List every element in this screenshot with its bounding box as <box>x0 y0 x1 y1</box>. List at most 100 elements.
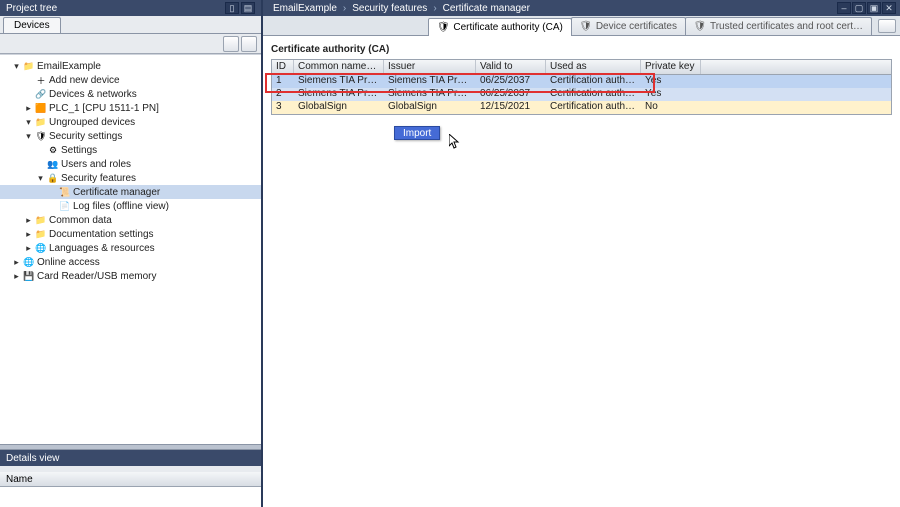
certificate-grid[interactable]: IDCommon name of su…IssuerValid toUsed a… <box>271 59 892 115</box>
details-column-header[interactable]: Name <box>0 472 261 487</box>
folder-icon: 📁 <box>35 214 47 226</box>
project-tree-panel: Project tree ▯ ▤ Devices ▾📁EmailExample＋… <box>0 0 263 507</box>
tree-tool-2[interactable] <box>241 36 257 52</box>
tree-node-label: Online access <box>37 257 100 268</box>
tab-certificate-authority-ca[interactable]: 🛡Certificate authority (CA) <box>428 18 571 36</box>
add-icon: ＋ <box>35 74 47 86</box>
project-tree[interactable]: ▾📁EmailExample＋Add new device🔗Devices & … <box>0 54 261 444</box>
tree-node[interactable]: ▸📁Common data <box>0 213 261 227</box>
tree-node-label: Security features <box>61 173 136 184</box>
tree-node[interactable]: ▾🛡Security settings <box>0 129 261 143</box>
tree-node-label: Card Reader/USB memory <box>37 271 156 282</box>
tree-node[interactable]: ▸🌐Online access <box>0 255 261 269</box>
tab-devices[interactable]: Devices <box>3 17 61 33</box>
tab-label: Certificate authority (CA) <box>453 22 562 33</box>
shield-icon: 🛡 <box>35 130 47 142</box>
tree-twisty-icon[interactable]: ▸ <box>24 216 33 225</box>
column-header[interactable]: Issuer <box>384 60 476 74</box>
details-title-text: Details view <box>6 453 59 464</box>
cell: Siemens TIA Project(… <box>294 75 384 88</box>
tree-twisty-icon[interactable]: ▾ <box>36 174 45 183</box>
tree-node-label: Users and roles <box>61 159 131 170</box>
tab-device-certificates[interactable]: 🛡Device certificates <box>571 17 686 35</box>
tree-node[interactable]: ▾🔒Security features <box>0 171 261 185</box>
cert-icon: 📜 <box>59 186 71 198</box>
cell: 1 <box>272 75 294 88</box>
tree-node-label: Certificate manager <box>73 187 160 198</box>
tree-twisty-icon[interactable]: ▾ <box>24 118 33 127</box>
tree-node[interactable]: ▾📁EmailExample <box>0 59 261 73</box>
cell: 3 <box>272 101 294 114</box>
tree-twisty-icon <box>24 76 33 85</box>
cell: GlobalSign <box>384 101 476 114</box>
window-restore-button[interactable]: ▢ <box>852 2 866 14</box>
tree-node[interactable]: ▸🌐Languages & resources <box>0 241 261 255</box>
cell: Yes <box>641 88 701 101</box>
context-menu[interactable]: Import <box>394 126 440 140</box>
tree-twisty-icon[interactable]: ▸ <box>24 230 33 239</box>
gear-icon: ⚙ <box>47 144 59 156</box>
editor-titlebar: EmailExample Security features Certifica… <box>263 0 900 16</box>
cell: Certification authority <box>546 101 641 114</box>
tree-twisty-icon[interactable]: ▸ <box>24 244 33 253</box>
mouse-cursor-icon <box>449 134 461 150</box>
tab-devices-label: Devices <box>14 20 50 31</box>
cell: Siemens TIA Project(… <box>384 88 476 101</box>
tree-node[interactable]: 📄Log files (offline view) <box>0 199 261 213</box>
context-menu-import[interactable]: Import <box>403 128 431 139</box>
plc-icon: 🟧 <box>35 102 47 114</box>
tree-twisty-icon[interactable]: ▸ <box>12 272 21 281</box>
tree-node[interactable]: ▸🟧PLC_1 [CPU 1511-1 PN] <box>0 101 261 115</box>
tree-node[interactable]: ⚙Settings <box>0 143 261 157</box>
tree-tool-1[interactable] <box>223 36 239 52</box>
tree-node[interactable]: ▾📁Ungrouped devices <box>0 115 261 129</box>
tab-icon: 🛡 <box>694 21 706 33</box>
tree-node[interactable]: 📜Certificate manager <box>0 185 261 199</box>
crumb-2[interactable]: Certificate manager <box>443 3 530 14</box>
column-header[interactable]: Private key <box>641 60 701 74</box>
cell: 2 <box>272 88 294 101</box>
tree-node-label: Documentation settings <box>49 229 154 240</box>
tab-label: Trusted certificates and root cert… <box>710 21 863 32</box>
tree-node[interactable]: 👥Users and roles <box>0 157 261 171</box>
table-row[interactable]: 3GlobalSignGlobalSign12/15/2021Certifica… <box>272 101 891 114</box>
column-header[interactable]: Valid to <box>476 60 546 74</box>
tree-node[interactable]: ▸📁Documentation settings <box>0 227 261 241</box>
project-icon: 📁 <box>23 60 35 72</box>
tree-node-label: Languages & resources <box>49 243 155 254</box>
panel-collapse-button[interactable]: ▯ <box>225 2 239 14</box>
tree-twisty-icon[interactable]: ▾ <box>24 132 33 141</box>
crumb-1[interactable]: Security features <box>352 3 427 14</box>
tree-twisty-icon[interactable]: ▸ <box>12 258 21 267</box>
cell: GlobalSign <box>294 101 384 114</box>
tree-node-label: Settings <box>61 145 97 156</box>
window-min-button[interactable]: – <box>837 2 851 14</box>
tab-trusted-certificates-and-root-cert[interactable]: 🛡 Trusted certificates and root cert… <box>685 17 872 35</box>
window-max-button[interactable]: ▣ <box>867 2 881 14</box>
tree-node[interactable]: 🔗Devices & networks <box>0 87 261 101</box>
editor-tab-bar: 🛡Certificate authority (CA)🛡Device certi… <box>263 16 900 36</box>
details-titlebar: Details view <box>0 450 261 466</box>
tree-node[interactable]: ▸💾Card Reader/USB memory <box>0 269 261 283</box>
view-options-button[interactable] <box>878 19 896 33</box>
window-close-button[interactable]: ✕ <box>882 2 896 14</box>
cell: Siemens TIA Project(… <box>294 88 384 101</box>
crumb-0[interactable]: EmailExample <box>273 3 337 14</box>
column-header[interactable]: Common name of su… <box>294 60 384 74</box>
log-icon: 📄 <box>59 200 71 212</box>
folder-icon: 📁 <box>35 228 47 240</box>
cell: No <box>641 101 701 114</box>
table-row[interactable]: 1Siemens TIA Project(…Siemens TIA Projec… <box>272 75 891 88</box>
table-row[interactable]: 2Siemens TIA Project(…Siemens TIA Projec… <box>272 88 891 101</box>
tree-twisty-icon <box>48 188 57 197</box>
tree-twisty-icon <box>36 146 45 155</box>
tree-node[interactable]: ＋Add new device <box>0 73 261 87</box>
panel-pin-button[interactable]: ▤ <box>241 2 255 14</box>
tree-twisty-icon[interactable]: ▸ <box>24 104 33 113</box>
editor-content: Certificate authority (CA) IDCommon name… <box>263 36 900 507</box>
column-header[interactable]: Used as <box>546 60 641 74</box>
cell: 06/25/2037 <box>476 75 546 88</box>
details-col-name: Name <box>6 474 33 485</box>
tree-twisty-icon[interactable]: ▾ <box>12 62 21 71</box>
column-header[interactable]: ID <box>272 60 294 74</box>
